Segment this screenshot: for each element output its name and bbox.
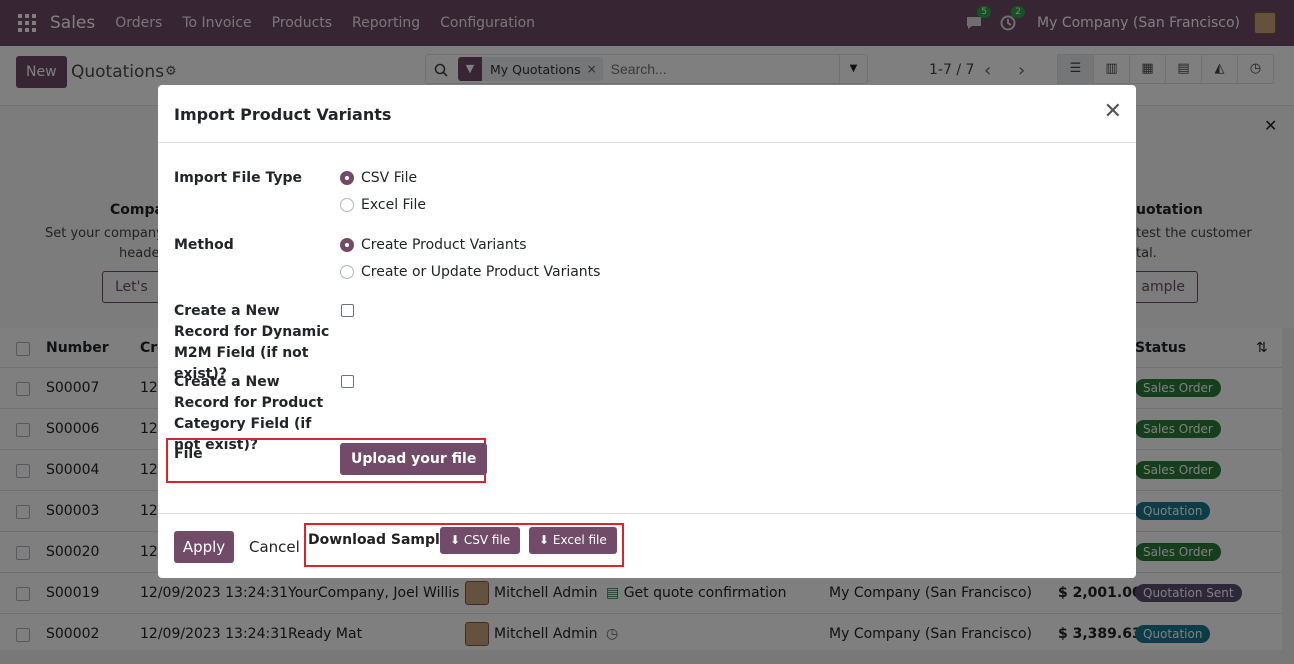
upload-file-button[interactable]: Upload your file (340, 443, 488, 475)
download-sample-label: Download Sample: (308, 532, 455, 548)
cancel-button[interactable]: Cancel (249, 538, 300, 556)
download-icon: ⬇ (539, 533, 550, 547)
dialog-title: Import Product Variants (174, 105, 392, 124)
radio-button[interactable] (340, 265, 354, 279)
excel-download-button[interactable]: ⬇ Excel file (529, 527, 617, 554)
csv-download-button[interactable]: ⬇ CSV file (440, 527, 521, 554)
m2m-checkbox[interactable] (341, 304, 354, 317)
dialog-footer: Apply Cancel Download Sample: ⬇ CSV file… (158, 513, 1136, 578)
radio-button[interactable] (340, 238, 354, 252)
csv-download-label: CSV file (463, 533, 511, 547)
radio-label: Create or Update Product Variants (361, 264, 601, 280)
radio-create-variants[interactable]: Create Product Variants (340, 237, 527, 253)
radio-label: CSV File (361, 170, 418, 186)
apply-button[interactable]: Apply (174, 531, 234, 563)
close-icon[interactable]: ✕ (1104, 101, 1122, 123)
excel-download-label: Excel file (552, 533, 607, 547)
method-label: Method (174, 237, 234, 253)
download-icon: ⬇ (450, 533, 461, 547)
file-label: File (174, 446, 203, 462)
import-dialog: Import Product Variants ✕ Import File Ty… (158, 85, 1136, 578)
dialog-header: Import Product Variants ✕ (158, 85, 1136, 143)
radio-csv-file[interactable]: CSV File (340, 170, 417, 186)
radio-excel-file[interactable]: Excel File (340, 197, 426, 213)
radio-button[interactable] (340, 198, 354, 212)
radio-label: Excel File (361, 197, 426, 213)
radio-create-update-variants[interactable]: Create or Update Product Variants (340, 264, 600, 280)
radio-label: Create Product Variants (361, 237, 527, 253)
file-type-label: Import File Type (174, 170, 302, 186)
category-checkbox[interactable] (341, 375, 354, 388)
radio-button[interactable] (340, 171, 354, 185)
